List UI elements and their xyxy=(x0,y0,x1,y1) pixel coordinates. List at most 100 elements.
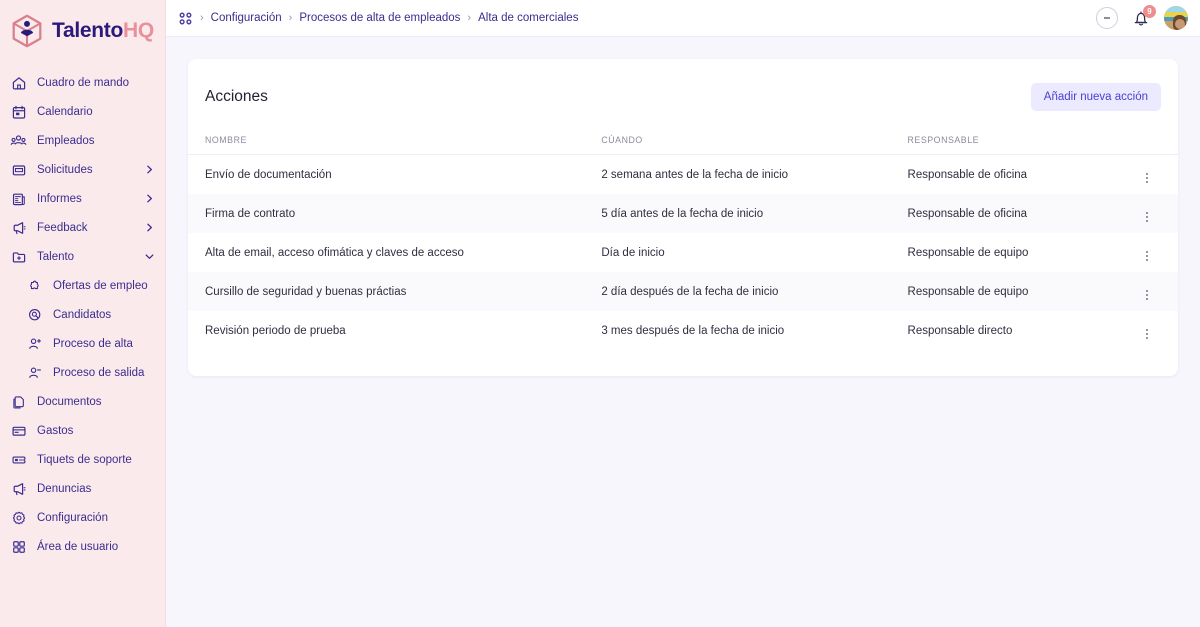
notifications-button[interactable]: 9 xyxy=(1131,5,1156,28)
sidebar-item-label: Proceso de salida xyxy=(53,366,145,379)
sidebar-item-label: Informes xyxy=(37,192,82,205)
sidebar-item-label: Ofertas de empleo xyxy=(53,279,148,292)
cell-row-menu xyxy=(1117,194,1178,233)
cell-cuando: 2 día después de la fecha de inicio xyxy=(601,285,779,298)
topbar-actions: 9 xyxy=(1096,5,1188,30)
grid-icon xyxy=(10,538,27,555)
sidebar-item-label: Proceso de alta xyxy=(53,337,133,350)
more-vertical-icon[interactable] xyxy=(1146,173,1148,183)
sidebar-item-label: Feedback xyxy=(37,221,88,234)
report-icon xyxy=(10,190,27,207)
column-header-nombre: NOMBRE xyxy=(188,135,602,155)
chevron-right-icon xyxy=(143,164,155,176)
cell-cuando: 5 día antes de la fecha de inicio xyxy=(601,207,764,220)
gear-icon xyxy=(10,509,27,526)
breadcrumb-item-configuracion[interactable]: Configuración xyxy=(211,12,282,24)
more-vertical-icon[interactable] xyxy=(1146,290,1148,300)
cell-cuando: Día de inicio xyxy=(601,246,665,259)
sidebar-item-proceso-de-salida[interactable]: Proceso de salida xyxy=(0,358,165,387)
actions-table: NOMBRE CÚANDO RESPONSABLE Envío de docum… xyxy=(188,135,1178,350)
brand[interactable]: TalentoHQ xyxy=(0,0,165,62)
megaphone-icon xyxy=(10,480,27,497)
app-root: TalentoHQ Cuadro de mando Calendario Emp… xyxy=(0,0,1200,627)
column-header-responsable: RESPONSABLE xyxy=(907,135,1117,155)
search-circle-icon xyxy=(26,306,43,323)
inbox-icon xyxy=(10,161,27,178)
dot xyxy=(1108,17,1110,19)
cell-cuando: 2 semana antes de la fecha de inicio xyxy=(601,168,789,181)
chevron-right-icon xyxy=(143,193,155,205)
user-minus-icon xyxy=(26,364,43,381)
add-new-action-button[interactable]: Añadir nueva acción xyxy=(1030,83,1161,111)
table-row[interactable]: Revisión periodo de prueba 3 mes después… xyxy=(188,311,1178,350)
topbar: › Configuración › Procesos de alta de em… xyxy=(166,0,1200,37)
sidebar-item-feedback[interactable]: Feedback xyxy=(0,213,165,242)
breadcrumb-item-alta-de-comerciales[interactable]: Alta de comerciales xyxy=(478,12,578,24)
sidebar-item-tiquets-de-soporte[interactable]: Tiquets de soporte xyxy=(0,445,165,474)
table-header-row: NOMBRE CÚANDO RESPONSABLE xyxy=(188,135,1178,155)
sidebar-item-label: Área de usuario xyxy=(37,540,119,553)
cell-responsable: Responsable de oficina xyxy=(907,168,1028,181)
cell-row-menu xyxy=(1117,311,1178,350)
table-head: NOMBRE CÚANDO RESPONSABLE xyxy=(188,135,1178,155)
card-icon xyxy=(10,422,27,439)
sidebar-item-configuracion[interactable]: Configuración xyxy=(0,503,165,532)
avatar[interactable] xyxy=(1164,6,1188,30)
sidebar-item-area-de-usuario[interactable]: Área de usuario xyxy=(0,532,165,561)
more-vertical-icon[interactable] xyxy=(1146,251,1148,261)
sidebar-item-candidatos[interactable]: Candidatos xyxy=(0,300,165,329)
table-body: Envío de documentación 2 semana antes de… xyxy=(188,155,1178,351)
table-row[interactable]: Alta de email, acceso ofimática y claves… xyxy=(188,233,1178,272)
sidebar-item-label: Configuración xyxy=(37,511,108,524)
sidebar-item-label: Solicitudes xyxy=(37,163,93,176)
table-row[interactable]: Cursillo de seguridad y buenas práctias … xyxy=(188,272,1178,311)
table-row[interactable]: Firma de contrato 5 día antes de la fech… xyxy=(188,194,1178,233)
sidebar-item-label: Denuncias xyxy=(37,482,92,495)
megaphone-icon xyxy=(10,219,27,236)
cell-nombre: Firma de contrato xyxy=(205,207,296,220)
chevron-down-icon xyxy=(143,251,155,263)
home-icon xyxy=(10,74,27,91)
sidebar-item-solicitudes[interactable]: Solicitudes xyxy=(0,155,165,184)
grid-icon[interactable] xyxy=(178,11,193,26)
cube-person-logo xyxy=(8,12,46,50)
sidebar-item-documentos[interactable]: Documentos xyxy=(0,387,165,416)
sidebar-item-gastos[interactable]: Gastos xyxy=(0,416,165,445)
cell-responsable: Responsable de equipo xyxy=(907,285,1029,298)
content-area: Acciones Añadir nueva acción NOMBRE CÚAN… xyxy=(166,37,1200,627)
breadcrumb-item-procesos-de-alta[interactable]: Procesos de alta de empleados xyxy=(299,12,460,24)
sidebar-item-empleados[interactable]: Empleados xyxy=(0,126,165,155)
breadcrumb: › Configuración › Procesos de alta de em… xyxy=(178,11,1096,26)
more-vertical-icon[interactable] xyxy=(1146,212,1148,222)
avatar-face xyxy=(1175,19,1185,29)
sidebar-item-calendario[interactable]: Calendario xyxy=(0,97,165,126)
sidebar-item-label: Cuadro de mando xyxy=(37,76,130,89)
people-icon xyxy=(10,132,27,149)
ticket-icon xyxy=(10,451,27,468)
sidebar-item-label: Empleados xyxy=(37,134,95,147)
cell-nombre: Revisión periodo de prueba xyxy=(205,324,346,337)
sidebar: TalentoHQ Cuadro de mando Calendario Emp… xyxy=(0,0,166,627)
cell-responsable: Responsable de equipo xyxy=(907,246,1029,259)
page-title: Acciones xyxy=(205,88,268,105)
puzzle-icon xyxy=(26,277,43,294)
more-vertical-icon[interactable] xyxy=(1096,7,1118,29)
column-header-actions xyxy=(1116,135,1178,155)
sidebar-item-informes[interactable]: Informes xyxy=(0,184,165,213)
more-vertical-icon[interactable] xyxy=(1146,329,1148,339)
sidebar-item-denuncias[interactable]: Denuncias xyxy=(0,474,165,503)
sidebar-nav: Cuadro de mando Calendario Empleados Sol… xyxy=(0,62,165,561)
sidebar-item-proceso-de-alta[interactable]: Proceso de alta xyxy=(0,329,165,358)
cell-cuando: 3 mes después de la fecha de inicio xyxy=(601,324,785,337)
table-row[interactable]: Envío de documentación 2 semana antes de… xyxy=(188,155,1178,195)
sidebar-item-ofertas-de-empleo[interactable]: Ofertas de empleo xyxy=(0,271,165,300)
sidebar-item-cuadro-de-mando[interactable]: Cuadro de mando xyxy=(0,68,165,97)
sidebar-item-talento[interactable]: Talento xyxy=(0,242,165,271)
documents-icon xyxy=(10,393,27,410)
column-header-cuando: CÚANDO xyxy=(601,135,908,155)
notification-badge: 9 xyxy=(1143,5,1156,18)
breadcrumb-separator: › xyxy=(467,12,472,24)
cell-responsable: Responsable de oficina xyxy=(907,207,1028,220)
cell-row-menu xyxy=(1117,272,1178,311)
cell-nombre: Cursillo de seguridad y buenas práctias xyxy=(205,285,407,298)
